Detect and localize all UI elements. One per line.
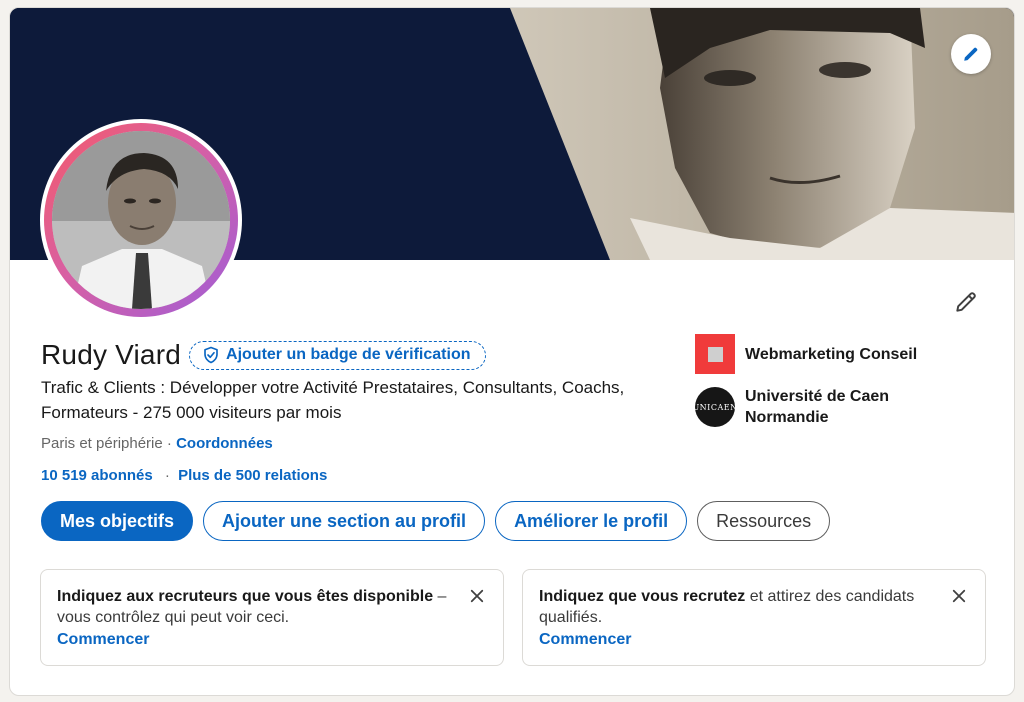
hiring-promo: Indiquez que vous recrutez et attirez de…: [522, 569, 986, 666]
add-verification-badge-button[interactable]: Ajouter un badge de vérification: [189, 340, 486, 370]
profile-headline: Trafic & Clients : Développer votre Acti…: [41, 378, 625, 422]
dismiss-promo-button[interactable]: [947, 584, 971, 608]
education-school[interactable]: UNICAEN Université de Caen Normandie: [692, 386, 995, 428]
current-company[interactable]: Webmarketing Conseil: [695, 334, 995, 374]
followers-link[interactable]: 10 519 abonnés: [41, 467, 153, 484]
avatar[interactable]: [40, 119, 242, 321]
experience-summary: Webmarketing Conseil UNICAEN Université …: [692, 334, 995, 440]
close-icon: [952, 589, 966, 603]
school-name: Université de Caen Normandie: [745, 388, 890, 426]
network-row: 10 519 abonnés · Plus de 500 relations: [41, 467, 327, 484]
close-icon: [470, 589, 484, 603]
location-text: Paris et périphérie: [41, 435, 163, 452]
edit-intro-button[interactable]: [948, 284, 984, 320]
contact-info-link[interactable]: Coordonnées: [176, 435, 273, 452]
name-row: Rudy Viard Ajouter un badge de vérificat…: [41, 339, 486, 371]
promo-text: Indiquez que vous recrutez et attirez de…: [539, 586, 941, 628]
promo-start-link[interactable]: Commencer: [57, 629, 149, 650]
open-to-work-promo: Indiquez aux recruteurs que vous êtes di…: [40, 569, 504, 666]
profile-card: Rudy Viard Ajouter un badge de vérificat…: [9, 7, 1015, 696]
location-separator: ·: [166, 435, 172, 452]
resources-button[interactable]: Ressources: [697, 501, 831, 541]
shield-check-icon: [204, 346, 218, 364]
school-logo: UNICAEN: [692, 387, 737, 427]
company-name: Webmarketing Conseil: [745, 345, 918, 363]
profile-actions: Mes objectifs Ajouter une section au pro…: [41, 501, 831, 541]
pencil-icon: [964, 47, 978, 61]
promo-bold-text: Indiquez aux recruteurs que vous êtes di…: [57, 588, 434, 605]
promo-bold-text: Indiquez que vous recrutez: [539, 588, 746, 605]
dismiss-promo-button[interactable]: [465, 584, 489, 608]
verification-badge-label: Ajouter un badge de vérification: [226, 346, 471, 363]
location-row: Paris et périphérie · Coordonnées: [41, 435, 273, 452]
avatar-photo: [52, 131, 230, 309]
pencil-icon: [956, 292, 976, 312]
enhance-profile-button[interactable]: Améliorer le profil: [495, 501, 688, 541]
promo-text: Indiquez aux recruteurs que vous êtes di…: [57, 586, 459, 628]
profile-name: Rudy Viard: [41, 339, 182, 370]
open-to-button[interactable]: Mes objectifs: [41, 501, 194, 541]
network-separator: ·: [164, 467, 170, 484]
connections-link[interactable]: Plus de 500 relations: [178, 467, 327, 484]
company-logo: [695, 334, 735, 374]
add-profile-section-button[interactable]: Ajouter une section au profil: [203, 501, 486, 541]
avatar-ring: [44, 123, 238, 317]
promo-start-link[interactable]: Commencer: [539, 629, 631, 650]
edit-cover-button[interactable]: [951, 34, 991, 74]
